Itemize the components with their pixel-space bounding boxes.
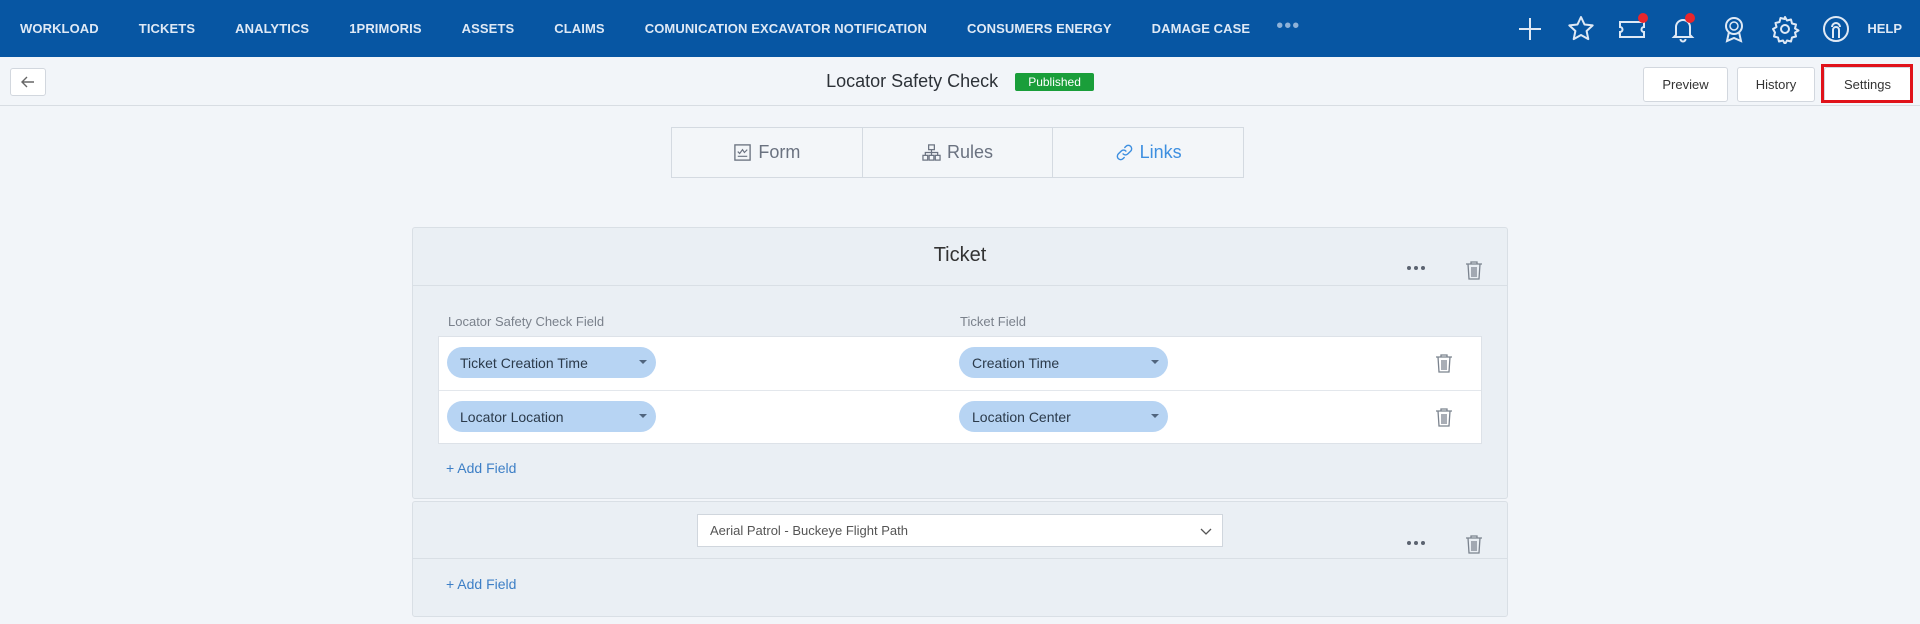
card-title: Ticket <box>933 244 987 266</box>
star-icon[interactable] <box>1555 0 1606 57</box>
caret-down-icon <box>639 360 647 364</box>
nav-actions: HELP <box>1504 0 1920 57</box>
page-title: Locator Safety Check <box>826 71 999 91</box>
settings-highlight-box <box>1821 64 1913 103</box>
column-header-source: Locator Safety Check Field <box>448 314 605 329</box>
nav-item-communication[interactable]: COMUNICATION EXCAVATOR NOTIFICATION <box>625 21 947 36</box>
plus-icon[interactable] <box>1504 0 1555 57</box>
nav-item-consumers-energy[interactable]: CONSUMERS ENERGY <box>947 21 1132 36</box>
nav-item-assets[interactable]: ASSETS <box>442 21 535 36</box>
trash-icon[interactable] <box>1465 260 1483 280</box>
link-card-aerial-patrol: Aerial Patrol - Buckeye Flight Path + Ad… <box>412 501 1508 617</box>
source-field-dropdown[interactable]: Ticket Creation Time <box>447 347 656 378</box>
target-field-dropdown[interactable]: Creation Time <box>959 347 1168 378</box>
tab-rules[interactable]: Rules <box>861 128 1053 177</box>
preview-button[interactable]: Preview <box>1643 67 1728 102</box>
nav-item-1primoris[interactable]: 1PRIMORIS <box>329 21 441 36</box>
dropdown-value: Location Center <box>972 408 1071 425</box>
dropdown-value: Locator Location <box>460 408 564 425</box>
card-header: Ticket <box>413 228 1507 286</box>
more-options-icon[interactable] <box>1403 536 1429 550</box>
select-value: Aerial Patrol - Buckeye Flight Path <box>710 523 908 538</box>
notification-dot <box>1638 13 1649 23</box>
field-mapping-list: Ticket Creation Time Creation Time Locat… <box>438 336 1482 444</box>
field-mapping-row: Ticket Creation Time Creation Time <box>439 337 1481 390</box>
user-icon[interactable] <box>1810 0 1861 57</box>
top-nav-bar: WORKLOAD TICKETS ANALYTICS 1PRIMORIS ASS… <box>0 0 1920 57</box>
nav-menu: WORKLOAD TICKETS ANALYTICS 1PRIMORIS ASS… <box>0 0 1306 57</box>
target-field-dropdown[interactable]: Location Center <box>959 401 1168 432</box>
linked-form-select[interactable]: Aerial Patrol - Buckeye Flight Path <box>697 514 1223 547</box>
more-options-icon[interactable] <box>1403 261 1429 275</box>
nav-item-workload[interactable]: WORKLOAD <box>0 21 119 36</box>
history-button[interactable]: History <box>1737 67 1815 102</box>
caret-down-icon <box>1151 360 1159 364</box>
nav-item-damage-case[interactable]: DAMAGE CASE <box>1132 21 1271 36</box>
field-mapping-row: Locator Location Location Center <box>439 390 1481 443</box>
card-header: Aerial Patrol - Buckeye Flight Path <box>413 502 1507 559</box>
chevron-down-icon <box>1200 528 1212 535</box>
help-link[interactable]: HELP <box>1861 21 1920 36</box>
tab-links[interactable]: Links <box>1052 128 1243 177</box>
editor-tabs: Form Rules Links <box>671 127 1244 178</box>
caret-down-icon <box>1151 414 1159 418</box>
status-badge: Published <box>1015 72 1094 91</box>
nav-more-button[interactable]: ••• <box>1270 16 1306 36</box>
trash-icon[interactable] <box>1435 407 1453 427</box>
title-group: Locator Safety Check Published <box>0 71 1920 92</box>
add-field-button[interactable]: + Add Field <box>446 576 516 592</box>
link-card-ticket: Ticket Locator Safety Check Field Ticket… <box>412 227 1508 499</box>
dropdown-value: Ticket Creation Time <box>460 354 588 371</box>
source-field-dropdown[interactable]: Locator Location <box>447 401 656 432</box>
tab-label: Form <box>758 142 801 162</box>
trash-icon[interactable] <box>1435 353 1453 373</box>
ticket-icon[interactable] <box>1606 0 1657 57</box>
page-header: Locator Safety Check Published Preview H… <box>0 57 1920 106</box>
link-icon <box>1116 144 1133 161</box>
award-icon[interactable] <box>1708 0 1759 57</box>
tab-label: Links <box>1139 142 1182 162</box>
add-field-button[interactable]: + Add Field <box>446 460 516 476</box>
tab-label: Rules <box>946 142 994 162</box>
caret-down-icon <box>639 414 647 418</box>
bell-icon[interactable] <box>1657 0 1708 57</box>
nav-item-claims[interactable]: CLAIMS <box>534 21 624 36</box>
nav-item-analytics[interactable]: ANALYTICS <box>215 21 329 36</box>
form-icon <box>734 144 752 161</box>
nav-item-tickets[interactable]: TICKETS <box>119 21 215 36</box>
column-header-target: Ticket Field <box>960 314 1026 329</box>
gear-icon[interactable] <box>1759 0 1810 57</box>
trash-icon[interactable] <box>1465 534 1483 554</box>
dropdown-value: Creation Time <box>972 354 1060 371</box>
tab-form[interactable]: Form <box>672 128 862 177</box>
hierarchy-icon <box>922 144 941 161</box>
